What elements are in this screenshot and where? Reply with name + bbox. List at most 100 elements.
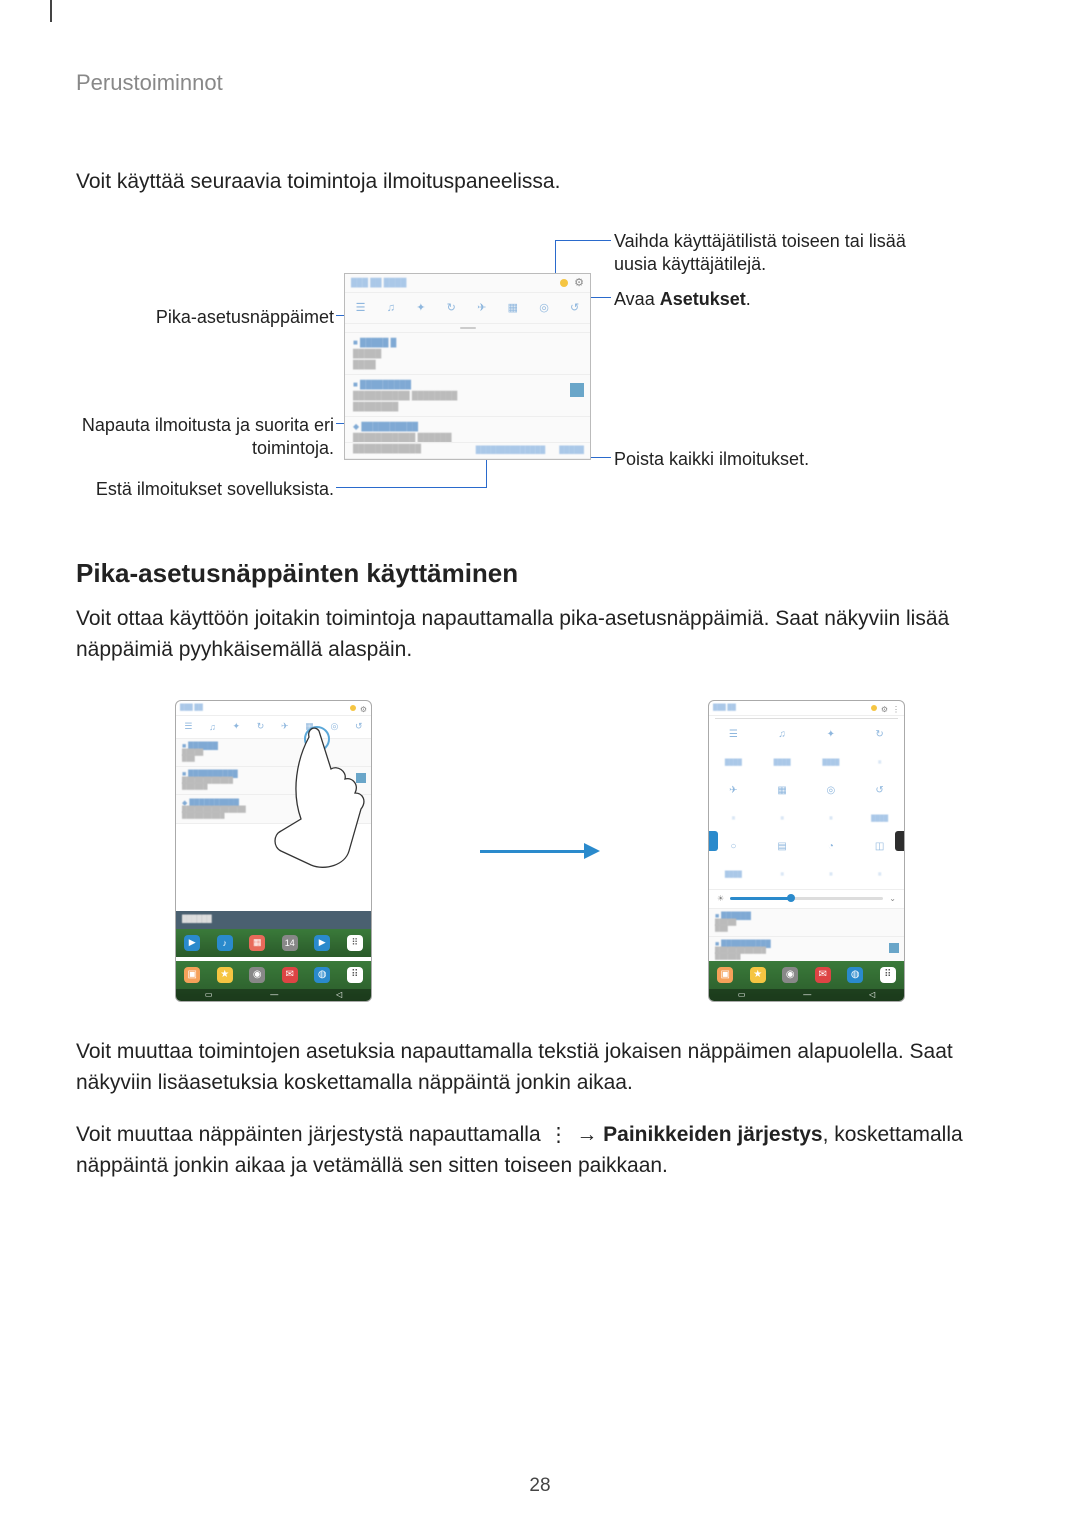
section-p2: Voit muuttaa toimintojen asetuksia napau…: [76, 1036, 1004, 1099]
rotate-icon: ↻: [447, 301, 456, 314]
p3-arrow: →: [570, 1123, 603, 1146]
quick-settings-row: ☰ ♫ ✦ ↻ ✈ ▦ ◎ ↺: [176, 716, 371, 739]
section-p1: Voit ottaa käyttöön joitakin toimintoja …: [76, 603, 1004, 666]
sync-icon: ↺: [855, 777, 904, 805]
notification-item: ■ █████ █ █████ ████: [345, 333, 590, 375]
edge-tab-icon: [708, 831, 718, 851]
wifi-icon: ☰: [184, 721, 192, 732]
globe-icon: ◍: [847, 967, 863, 983]
sync-icon: ↺: [570, 301, 579, 314]
chevron-down-icon: ⌄: [889, 894, 896, 903]
more-vertical-icon: ⋮: [546, 1125, 570, 1145]
app-icon: ▶: [314, 935, 330, 951]
intro-text: Voit käyttää seuraavia toimintoja ilmoit…: [76, 166, 1004, 198]
user-avatar-icon: [871, 705, 877, 711]
airplane-icon: ✈: [477, 301, 486, 314]
app-icon: ★: [750, 967, 766, 983]
p3-bold: Painikkeiden järjestys: [603, 1123, 822, 1146]
flashlight-icon: ▦: [758, 777, 807, 805]
nav-back-icon: ◁: [336, 990, 342, 999]
callout-switch-user: Vaihda käyttäjätilistä toiseen tai lisää…: [614, 230, 934, 277]
user-avatar-icon: [350, 705, 356, 711]
nav-home-icon: ―: [270, 990, 278, 999]
callout-tap-notification: Napauta ilmoitusta ja suorita eri toimin…: [76, 414, 334, 461]
arrow-right-icon: [480, 846, 600, 856]
airplane-icon: ✈: [281, 721, 289, 732]
brightness-icon: ☀: [717, 894, 724, 903]
rotate-icon: ↻: [855, 721, 904, 749]
bluetooth-icon: ✦: [233, 721, 241, 732]
section-heading-quick-settings: Pika-asetusnäppäinten käyttäminen: [76, 558, 1004, 589]
wifi-icon: ☰: [709, 721, 758, 749]
notification-panel-mock: ███ ██ ████ ☰ ♫ ✦ ↻ ✈ ▦ ◎ ↺ ■ █████ █ ██…: [344, 273, 591, 460]
quick-settings-grid: ☰ ♫ ✦ ↻ ████████████≡ ✈ ▦ ◎ ↺ ≡≡≡████ ○ …: [709, 721, 904, 890]
sound-icon: ♫: [209, 722, 216, 732]
status-text: ███ ██: [180, 705, 346, 711]
swipe-down-diagram: ███ ██ ☰ ♫ ✦ ↻ ✈ ▦ ◎ ↺ ■ ██████████████ …: [175, 696, 905, 1006]
rotate-icon: ↻: [257, 721, 265, 732]
sound-icon: ♫: [387, 302, 395, 314]
phone-mock-expanded: ███ ██ ☰ ♫ ✦ ↻ ████████████≡ ✈ ▦ ◎ ↺ ≡≡≡…: [708, 700, 905, 1002]
edge-tab-icon: [895, 831, 905, 851]
location-icon: ◎: [330, 721, 338, 732]
sound-icon: ♫: [758, 721, 807, 749]
camera-icon: ◉: [782, 967, 798, 983]
location-icon: ◎: [539, 301, 549, 314]
app-icon: ▣: [184, 967, 200, 983]
dock-row-2: ▣ ★ ◉ ✉ ◍ ⠿ ▭ ― ◁: [709, 961, 904, 1001]
gear-icon: [881, 700, 888, 717]
app-icon: ★: [217, 967, 233, 983]
breadcrumb: Perustoiminnot: [76, 40, 1004, 96]
quick-settings-row: ☰ ♫ ✦ ↻ ✈ ▦ ◎ ↺: [345, 293, 590, 324]
nav-recent-icon: ▭: [738, 990, 746, 999]
bluetooth-icon: ✦: [416, 301, 425, 314]
flashlight-icon: ▦: [508, 301, 518, 314]
calendar-icon: ▦: [249, 935, 265, 951]
notification-panel-diagram: Pika-asetusnäppäimet Napauta ilmoitusta …: [76, 218, 1006, 518]
page-number: 28: [0, 1475, 1080, 1497]
callout-open-settings-post: .: [746, 289, 751, 309]
user-avatar-icon: [560, 279, 568, 287]
app-icon: ▣: [717, 967, 733, 983]
callout-open-settings-bold: Asetukset: [660, 289, 746, 309]
p3-pre: Voit muuttaa näppäinten järjestystä napa…: [76, 1123, 546, 1146]
section-p3: Voit muuttaa näppäinten järjestystä napa…: [76, 1119, 1004, 1182]
apps-icon: ⠿: [347, 967, 363, 983]
dock-row-2: ▣ ★ ◉ ✉ ◍ ⠿ ▭ ― ◁: [176, 961, 371, 1001]
dock-row-1: ▶ ♪ ▦ 14 ▶ ⠿: [176, 929, 371, 957]
brightness-slider: ☀ ⌄: [709, 890, 904, 909]
power-icon: ◔: [807, 833, 856, 861]
app-icon: ▶: [184, 935, 200, 951]
camera-icon: ◉: [249, 967, 265, 983]
panel-footer: ██████████████ █████: [345, 442, 590, 459]
status-text: ███ ██: [713, 705, 867, 711]
header-rule: [50, 0, 52, 22]
gear-icon: [360, 700, 367, 717]
sync-icon: ↺: [355, 721, 363, 732]
nav-back-icon: ◁: [869, 990, 875, 999]
callout-clear-all: Poista kaikki ilmoitukset.: [614, 448, 934, 471]
nav-recent-icon: ▭: [205, 990, 213, 999]
bluetooth-icon: ✦: [807, 721, 856, 749]
app-icon: ♪: [217, 935, 233, 951]
phone-mock-collapsed: ███ ██ ☰ ♫ ✦ ↻ ✈ ▦ ◎ ↺ ■ ██████████████ …: [175, 700, 372, 1002]
callout-block-notifications: Estä ilmoitukset sovelluksista.: [76, 478, 334, 501]
flashlight-icon: ▦: [305, 721, 314, 732]
callout-open-settings-pre: Avaa: [614, 289, 660, 309]
airplane-icon: ✈: [709, 777, 758, 805]
mail-icon: ✉: [815, 967, 831, 983]
callout-open-settings: Avaa Asetukset.: [614, 288, 934, 311]
view-icon: ◎: [807, 777, 856, 805]
dnd-icon: ▤: [758, 833, 807, 861]
notification-item: ■ █████████ ██████████ ████████ ████████: [345, 375, 590, 417]
apps-icon: ⠿: [880, 967, 896, 983]
mail-icon: ✉: [282, 967, 298, 983]
callout-quick-settings: Pika-asetusnäppäimet: [76, 306, 334, 329]
gear-icon: [574, 276, 584, 289]
globe-icon: ◍: [314, 967, 330, 983]
more-icon: [892, 700, 900, 717]
wifi-icon: ☰: [356, 301, 366, 314]
app-icon: 14: [282, 935, 298, 951]
nav-home-icon: ―: [803, 990, 811, 999]
apps-icon: ⠿: [347, 935, 363, 951]
